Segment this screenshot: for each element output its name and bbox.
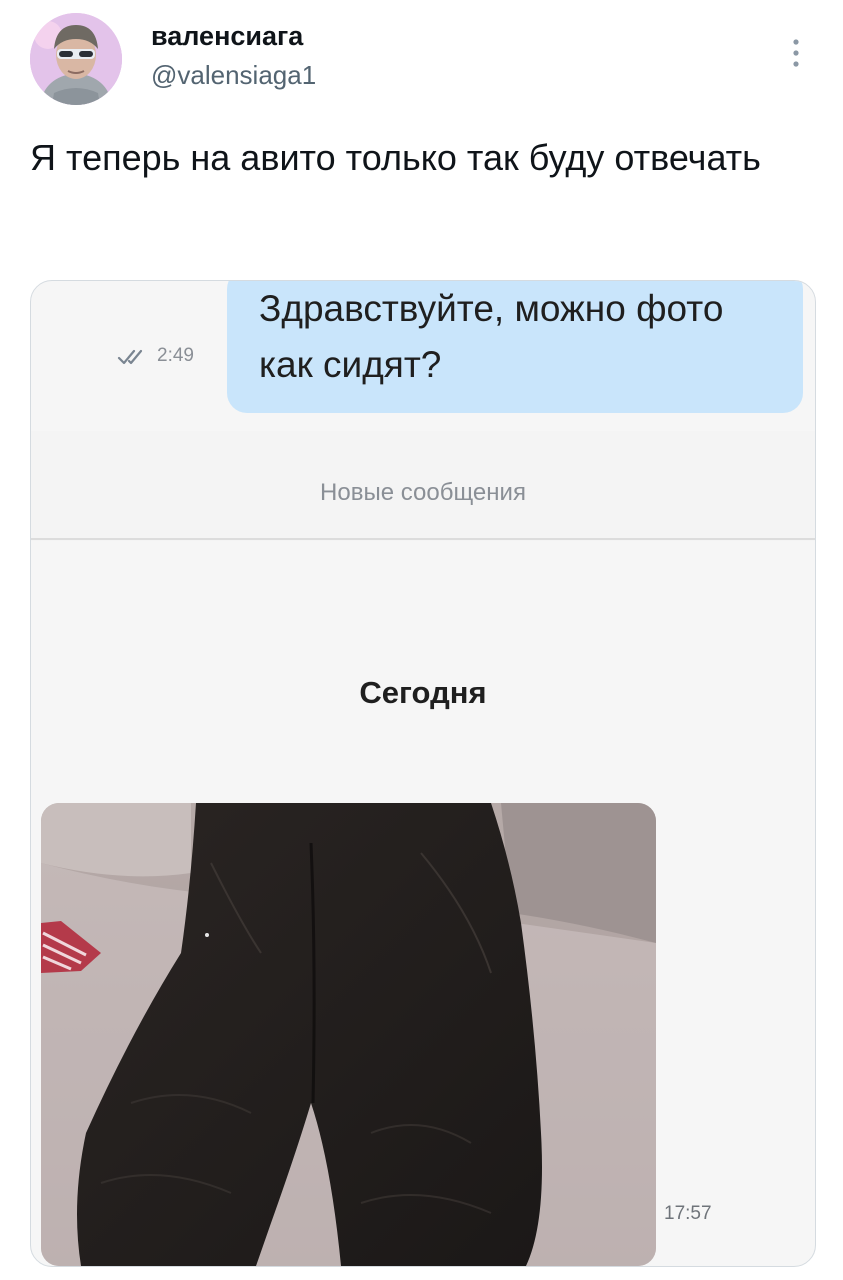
author-name[interactable]: валенсиага <box>151 20 316 52</box>
tweet-author[interactable]: валенсиага @valensiaga1 <box>151 20 316 90</box>
sent-message-bubble[interactable]: Здравствуйте, можно фото как сидят? <box>227 281 803 413</box>
tweet-text: Я теперь на авито только так буду отвеча… <box>30 137 761 178</box>
author-handle[interactable]: @valensiaga1 <box>151 60 316 90</box>
photo-of-pants-icon <box>41 803 656 1266</box>
sent-message-row: 2:49 Здравствуйте, можно фото как сидят? <box>31 281 815 416</box>
avatar[interactable] <box>30 13 122 105</box>
user-avatar-icon <box>30 13 122 105</box>
tweet-media[interactable]: 2:49 Здравствуйте, можно фото как сидят?… <box>30 280 816 1267</box>
double-check-icon <box>117 349 143 365</box>
received-photo[interactable] <box>41 803 656 1266</box>
sent-message-time: 2:49 <box>157 345 194 366</box>
divider-line <box>31 538 815 540</box>
sent-message-text: Здравствуйте, можно фото как сидят? <box>259 288 724 385</box>
more-options-button[interactable] <box>784 36 808 70</box>
date-separator: Сегодня <box>359 675 487 710</box>
received-photo-time: 17:57 <box>664 1203 712 1224</box>
new-messages-label: Новые сообщения <box>320 479 526 506</box>
more-vertical-icon <box>793 39 799 67</box>
